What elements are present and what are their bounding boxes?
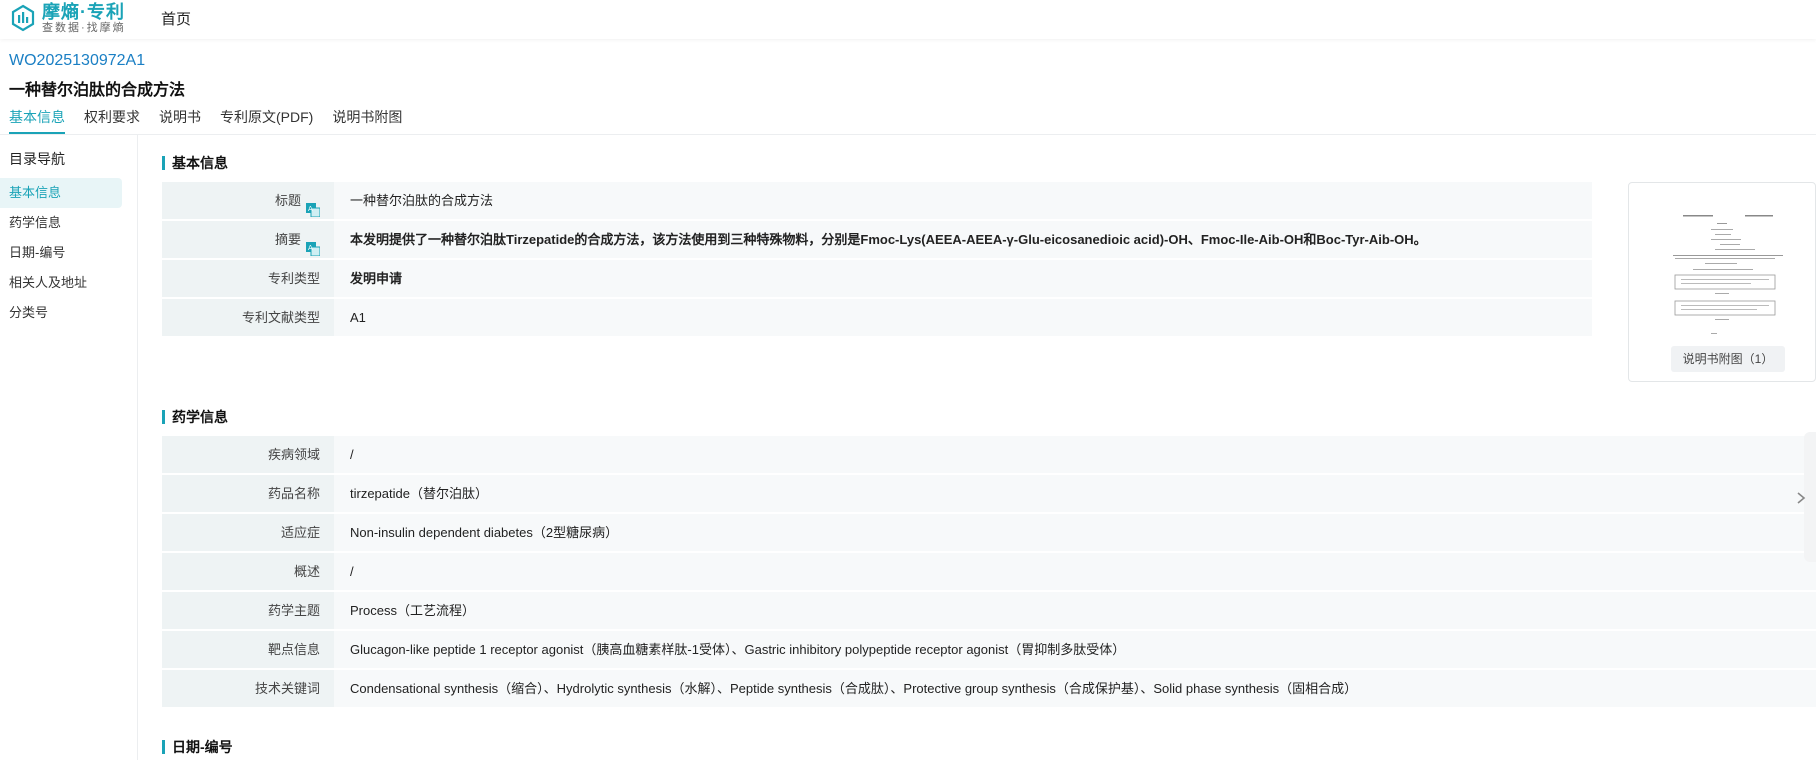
table-row: 药学主题 Process（工艺流程）	[162, 592, 1816, 629]
toc-item-classification[interactable]: 分类号	[0, 298, 122, 328]
table-row: 摘要 A 本发明提供了一种替尔泊肽Tirzepatide的合成方法，该方法使用到…	[162, 221, 1592, 258]
row-label: 摘要 A	[162, 221, 334, 258]
content-tabs: 基本信息 权利要求 说明书 专利原文(PDF) 说明书附图	[0, 104, 412, 134]
table-row: 适应症 Non-insulin dependent diabetes（2型糖尿病…	[162, 514, 1816, 551]
table-row: 药品名称 tirzepatide（替尔泊肽）	[162, 475, 1816, 512]
row-label: 专利文献类型	[162, 299, 334, 336]
toc-item-basic-info[interactable]: 基本信息	[0, 178, 122, 208]
row-value: Process（工艺流程）	[334, 592, 1816, 629]
row-label: 药品名称	[162, 475, 334, 512]
row-value: 发明申请	[334, 260, 1592, 297]
tab-description[interactable]: 说明书	[159, 104, 201, 134]
drawing-preview-card[interactable]: 说明书附图（1）	[1628, 182, 1816, 382]
row-label: 药学主题	[162, 592, 334, 629]
row-label-text: 摘要	[274, 232, 301, 247]
table-row: 疾病领域 /	[162, 436, 1816, 473]
row-label: 技术关键词	[162, 670, 334, 707]
drawings-button[interactable]: 说明书附图（1）	[1671, 346, 1785, 372]
toc-title: 目录导航	[9, 151, 65, 167]
section-title-pharma: 药学信息	[162, 410, 228, 424]
tab-drawings[interactable]: 说明书附图	[332, 104, 402, 134]
basic-info-table: 标题 A 一种替尔泊肽的合成方法 摘要 A 本发明提供了一种替尔泊肽Tirzep…	[162, 182, 1592, 338]
row-value: Non-insulin dependent diabetes（2型糖尿病）	[334, 514, 1816, 551]
svg-text:A: A	[308, 205, 313, 213]
toc-item-parties-address[interactable]: 相关人及地址	[0, 268, 122, 298]
row-label: 疾病领域	[162, 436, 334, 473]
translate-icon[interactable]: A	[306, 233, 321, 256]
toc-item-pharma-info[interactable]: 药学信息	[0, 208, 122, 238]
tabs-divider	[0, 134, 1816, 135]
nav-home-link[interactable]: 首页	[161, 8, 191, 29]
logo[interactable]: 摩熵·专利 查数据·找摩熵	[8, 0, 126, 36]
logo-text: 摩熵·专利 查数据·找摩熵	[42, 3, 126, 34]
tab-claims[interactable]: 权利要求	[84, 104, 140, 134]
table-row: 专利类型 发明申请	[162, 260, 1592, 297]
row-label: 概述	[162, 553, 334, 590]
row-value: tirzepatide（替尔泊肽）	[334, 475, 1816, 512]
row-value: Condensational synthesis（缩合）、Hydrolytic …	[334, 670, 1816, 707]
tab-basic-info[interactable]: 基本信息	[9, 104, 65, 134]
row-value: A1	[334, 299, 1592, 336]
toc-sidebar: 目录导航 基本信息 药学信息 日期-编号 相关人及地址 分类号	[0, 135, 138, 760]
logo-slogan: 查数据·找摩熵	[42, 21, 126, 34]
table-row: 靶点信息 Glucagon-like peptide 1 receptor ag…	[162, 631, 1816, 668]
table-row: 标题 A 一种替尔泊肽的合成方法	[162, 182, 1592, 219]
top-bar: 摩熵·专利 查数据·找摩熵 首页	[0, 0, 1816, 39]
chevron-right-icon[interactable]	[1794, 490, 1808, 506]
section-title-basic: 基本信息	[162, 156, 228, 170]
drawing-thumbnail[interactable]	[1645, 197, 1795, 347]
row-label-text: 标题	[274, 193, 301, 208]
row-value: 一种替尔泊肽的合成方法	[334, 182, 1592, 219]
pharma-info-table: 疾病领域 / 药品名称 tirzepatide（替尔泊肽） 适应症 Non-in…	[162, 436, 1816, 709]
svg-text:A: A	[308, 244, 313, 252]
row-value: 本发明提供了一种替尔泊肽Tirzepatide的合成方法，该方法使用到三种特殊物…	[334, 221, 1592, 258]
translate-icon[interactable]: A	[306, 194, 321, 217]
table-row: 概述 /	[162, 553, 1816, 590]
row-value: /	[334, 436, 1816, 473]
row-label: 标题 A	[162, 182, 334, 219]
logo-name: 摩熵·专利	[42, 1, 125, 22]
row-label: 专利类型	[162, 260, 334, 297]
patent-number: WO2025130972A1	[9, 52, 146, 69]
logo-icon	[11, 4, 35, 32]
row-value: /	[334, 553, 1816, 590]
tab-original-pdf[interactable]: 专利原文(PDF)	[220, 104, 313, 134]
toc-item-date-number[interactable]: 日期-编号	[0, 238, 122, 268]
section-title-dates: 日期-编号	[162, 740, 233, 754]
row-label: 适应症	[162, 514, 334, 551]
table-row: 专利文献类型 A1	[162, 299, 1592, 336]
table-row: 技术关键词 Condensational synthesis（缩合）、Hydro…	[162, 670, 1816, 707]
row-value: Glucagon-like peptide 1 receptor agonist…	[334, 631, 1816, 668]
patent-title: 一种替尔泊肽的合成方法	[9, 82, 186, 99]
row-label: 靶点信息	[162, 631, 334, 668]
